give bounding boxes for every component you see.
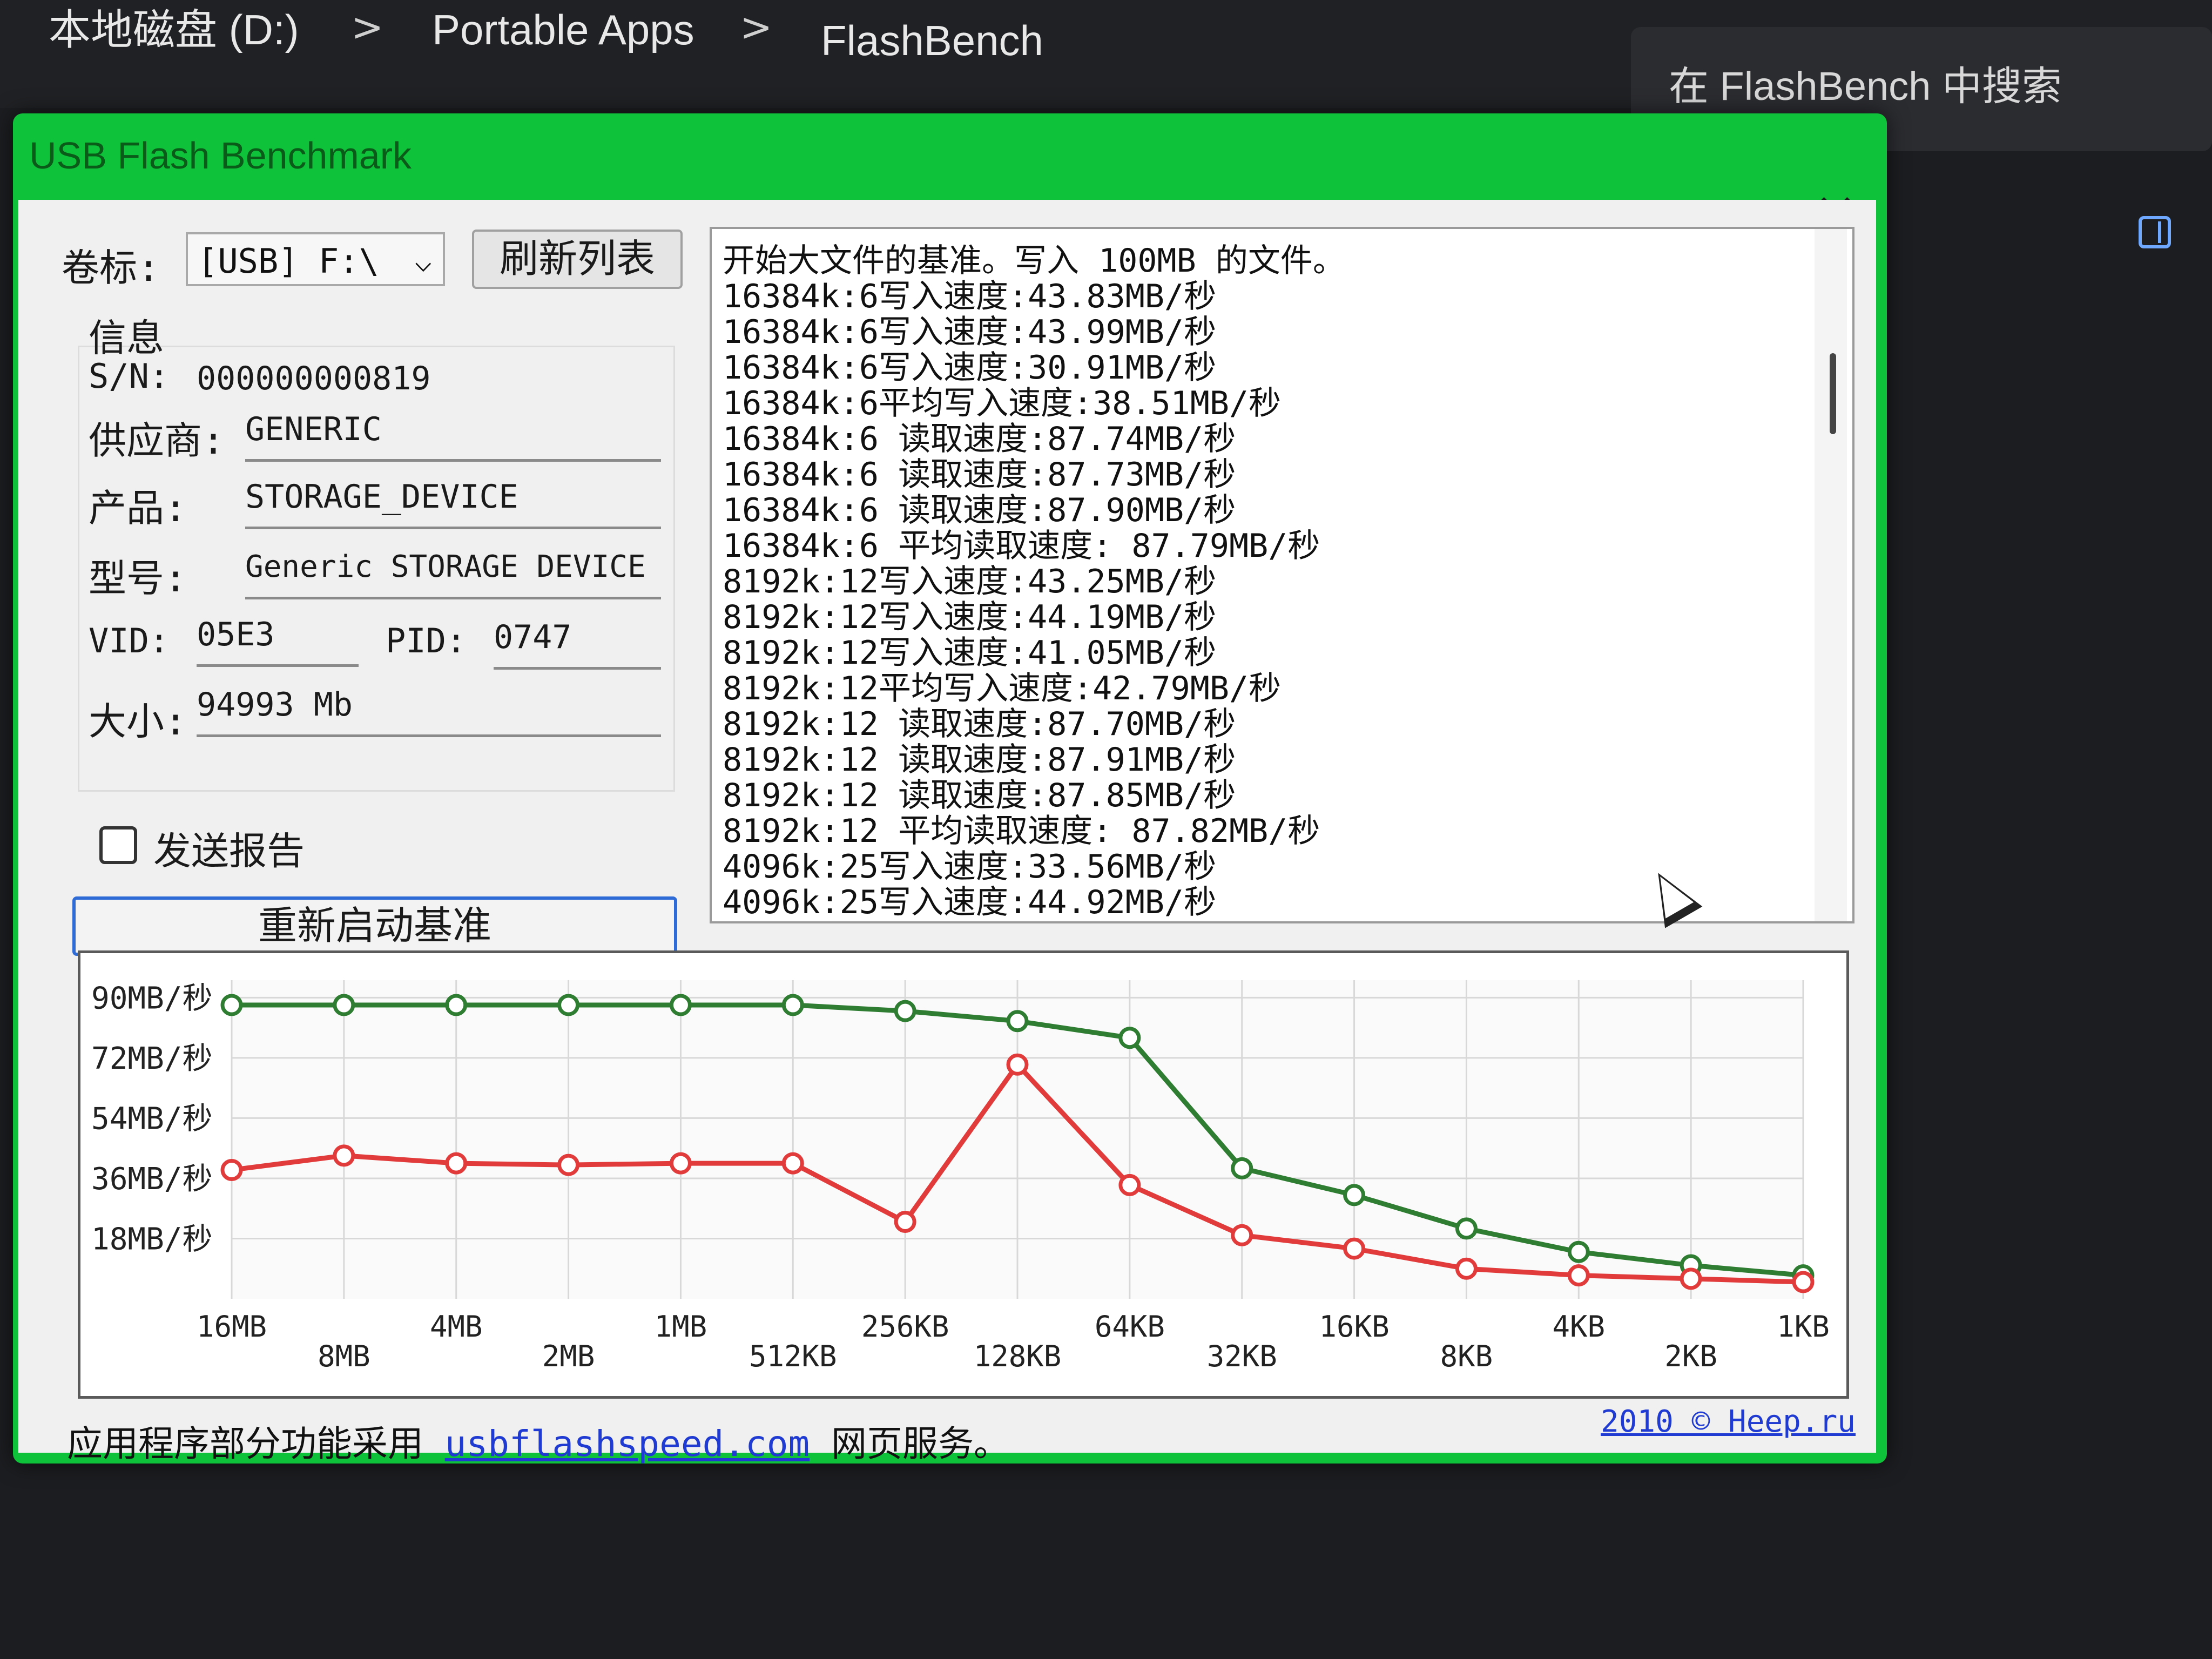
series-point-1: [1680, 1267, 1702, 1290]
x-tick-label: 4KB: [1553, 1310, 1606, 1344]
log-scrollbar[interactable]: [1815, 229, 1847, 921]
series-point-1: [669, 1152, 692, 1175]
model-label: 型号:: [89, 556, 187, 601]
series-point-0: [333, 994, 355, 1016]
series-point-1: [1118, 1174, 1141, 1196]
series-point-0: [1006, 1010, 1029, 1033]
x-tick-label: 256KB: [861, 1310, 949, 1344]
x-tick-label: 16KB: [1319, 1310, 1390, 1344]
series-point-1: [1231, 1224, 1253, 1246]
restart-benchmark-button[interactable]: 重新启动基准: [72, 896, 677, 956]
series-point-0: [1343, 1184, 1366, 1206]
series-point-1: [333, 1144, 355, 1167]
y-tick-label: 36MB/秒: [91, 1162, 213, 1197]
send-report-checkbox[interactable]: [99, 826, 137, 864]
details-pane-icon[interactable]: [2139, 216, 2171, 248]
vid-label: VID:: [89, 621, 170, 660]
x-tick-label: 1MB: [655, 1310, 707, 1344]
series-point-1: [1792, 1271, 1815, 1293]
series-point-0: [1231, 1157, 1253, 1179]
y-tick-label: 18MB/秒: [91, 1222, 213, 1257]
speed-chart: 90MB/秒 72MB/秒 54MB/秒 36MB/秒 18MB/秒 16MB 8MB 4MB…: [78, 950, 1849, 1399]
breadcrumb-separator-icon: >: [351, 4, 384, 50]
breadcrumb-separator-icon: >: [740, 4, 773, 50]
speed-chart-svg: 90MB/秒 72MB/秒 54MB/秒 36MB/秒 18MB/秒 16MB 8MB 4MB…: [91, 980, 1830, 1373]
product-label: 产品:: [89, 486, 187, 530]
series-point-0: [557, 994, 580, 1016]
size-field: 94993 Mb: [197, 675, 661, 737]
series-point-0: [1455, 1217, 1478, 1240]
dialog-title: USB Flash Benchmark: [29, 134, 412, 177]
breadcrumb-flashbench[interactable]: FlashBench: [821, 11, 1043, 81]
breadcrumb-portable-apps[interactable]: Portable Apps: [432, 0, 694, 70]
log-scroll-thumb[interactable]: [1830, 353, 1836, 434]
series-point-1: [220, 1158, 243, 1181]
footer-suffix: 网页服务。: [831, 1423, 1010, 1465]
x-tick-label: 64KB: [1095, 1310, 1165, 1344]
vendor-label: 供应商:: [89, 419, 225, 463]
footer-text: 应用程序部分功能采用: [67, 1423, 423, 1465]
series-point-1: [1567, 1264, 1590, 1287]
series-point-0: [1567, 1240, 1590, 1263]
series-point-0: [1118, 1027, 1141, 1049]
product-field: STORAGE_DEVICE: [245, 467, 661, 529]
series-point-0: [894, 1000, 916, 1022]
series-point-0: [220, 994, 243, 1016]
sn-label: S/N:: [89, 356, 170, 396]
info-heading: 信息: [89, 316, 164, 360]
series-point-1: [1455, 1257, 1478, 1280]
series-point-1: [894, 1211, 916, 1233]
model-field: Generic STORAGE DEVICE: [245, 537, 661, 599]
flashbench-dialog: USB Flash Benchmark ✕ 卷标: [USB] F:\ ⌵ 刷新…: [13, 113, 1887, 1465]
vid-field: 05E3: [197, 605, 359, 667]
series-point-0: [669, 994, 692, 1016]
series-point-0: [781, 994, 804, 1016]
x-tick-label: 2KB: [1664, 1339, 1717, 1373]
series-point-1: [781, 1152, 804, 1175]
series-point-1: [557, 1154, 580, 1176]
volume-select-value: [USB] F:\: [198, 241, 379, 281]
volume-label: 卷标:: [62, 246, 160, 290]
series-point-1: [1343, 1237, 1366, 1260]
usbflashspeed-link[interactable]: usbflashspeed.com: [445, 1423, 810, 1465]
chevron-down-icon: ⌵: [414, 244, 432, 278]
x-tick-label: 8MB: [318, 1339, 370, 1373]
pid-field: 0747: [494, 608, 661, 670]
copyright-link[interactable]: 2010 © Heep.ru: [1601, 1404, 1856, 1439]
log-line: 4096k:25写入速度:44.92MB/秒: [723, 884, 1217, 921]
x-tick-label: 16MB: [197, 1310, 267, 1344]
y-tick-label: 72MB/秒: [91, 1041, 213, 1076]
dialog-client-area: 卷标: [USB] F:\ ⌵ 刷新列表 信息 S/N: 00000000081…: [18, 200, 1876, 1465]
vendor-field: GENERIC: [245, 400, 661, 462]
y-tick-label: 90MB/秒: [91, 981, 213, 1016]
volume-select[interactable]: [USB] F:\ ⌵: [186, 232, 445, 286]
pid-label: PID:: [386, 621, 467, 660]
series-point-1: [1006, 1053, 1029, 1076]
x-tick-label: 8KB: [1440, 1339, 1493, 1373]
size-label: 大小:: [89, 699, 187, 744]
x-tick-label: 1KB: [1777, 1310, 1830, 1344]
x-tick-label: 128KB: [974, 1339, 1062, 1373]
sn-value: 000000000819: [197, 360, 431, 397]
series-point-0: [445, 994, 468, 1016]
breadcrumb-drive[interactable]: 本地磁盘 (D:): [49, 0, 299, 70]
x-tick-label: 2MB: [542, 1339, 595, 1373]
footer-note: 应用程序部分功能采用 usbflashspeed.com 网页服务。: [67, 1415, 1009, 1467]
y-tick-label: 54MB/秒: [91, 1101, 213, 1136]
benchmark-log[interactable]: 开始大文件的基准。写入 100MB 的文件。 16384k:6写入速度:43.83…: [710, 227, 1854, 923]
x-tick-label: 512KB: [749, 1339, 837, 1373]
send-report-label: 发送报告: [153, 829, 305, 873]
x-tick-label: 32KB: [1207, 1339, 1277, 1373]
series-point-1: [445, 1152, 468, 1175]
search-placeholder: 在 FlashBench 中搜索: [1669, 64, 2062, 109]
refresh-list-button[interactable]: 刷新列表: [472, 230, 683, 289]
x-tick-label: 4MB: [430, 1310, 483, 1344]
